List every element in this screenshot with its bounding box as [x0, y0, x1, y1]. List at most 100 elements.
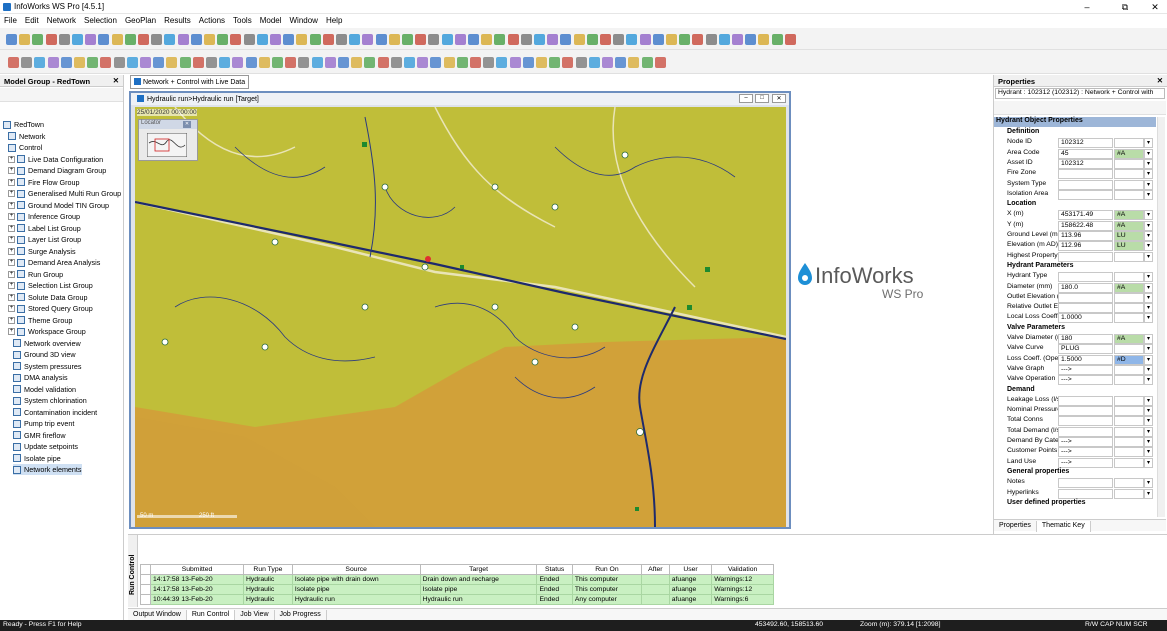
toolbar-button[interactable] [85, 34, 97, 45]
expand-icon[interactable]: + [8, 167, 15, 174]
property-value[interactable] [1058, 292, 1113, 303]
toolbar-button[interactable] [509, 57, 521, 68]
tree-item[interactable]: + Generalised Multi Run Group [8, 188, 121, 199]
toolbar-button[interactable] [560, 34, 572, 45]
toolbar-button[interactable] [586, 34, 598, 45]
toolbar-button[interactable] [718, 34, 730, 45]
column-header[interactable]: After [640, 564, 670, 575]
property-value[interactable]: 453171.49 [1058, 210, 1113, 221]
tab-thematic-key[interactable]: Thematic Key [1036, 521, 1091, 532]
property-flag[interactable] [1114, 426, 1144, 437]
property-flag[interactable] [1114, 437, 1144, 447]
map-minimize-button[interactable]: – [739, 94, 753, 103]
toolbar-button[interactable] [45, 34, 57, 45]
toolbar-button[interactable] [72, 34, 83, 45]
chevron-down-icon[interactable]: ▾ [1144, 416, 1153, 427]
property-value[interactable] [1058, 272, 1113, 283]
column-header[interactable]: Status [536, 564, 573, 575]
expand-icon[interactable]: + [8, 155, 15, 163]
toolbar-button[interactable] [74, 57, 85, 68]
row-selector[interactable] [140, 574, 151, 585]
property-flag[interactable] [1114, 395, 1144, 406]
column-header[interactable]: Source [291, 564, 421, 575]
toolbar-button[interactable] [575, 57, 587, 68]
tree-item[interactable]: + Layer List Group [8, 234, 81, 245]
toolbar-button[interactable] [613, 34, 625, 45]
property-value[interactable] [1058, 395, 1113, 406]
property-flag[interactable]: LU [1114, 231, 1144, 241]
property-flag[interactable] [1114, 457, 1144, 468]
property-value[interactable] [1058, 179, 1113, 190]
tree-item[interactable]: Isolate pipe [13, 453, 61, 464]
property-section[interactable]: Valve Parameters [994, 324, 1156, 334]
property-value[interactable] [1058, 416, 1113, 427]
tree-item[interactable]: + Workspace Group [8, 326, 86, 337]
property-flag[interactable]: #A [1114, 220, 1144, 231]
toolbar-button[interactable] [468, 34, 479, 45]
toolbar-button[interactable] [402, 34, 413, 45]
locator-panel[interactable]: Locator ✕ [138, 119, 198, 161]
chevron-down-icon[interactable]: ▾ [1144, 148, 1153, 159]
chevron-down-icon[interactable]: ▾ [1144, 334, 1153, 344]
tree-item[interactable]: + Stored Query Group [8, 303, 93, 314]
tree-item[interactable]: + Demand Area Analysis [8, 257, 100, 268]
toolbar-button[interactable] [32, 34, 44, 45]
chevron-down-icon[interactable]: ▾ [1144, 158, 1153, 169]
toolbar-button[interactable] [654, 57, 666, 68]
column-header[interactable]: Target [419, 564, 538, 575]
column-header[interactable]: Run Type [243, 564, 293, 575]
chevron-down-icon[interactable]: ▾ [1144, 478, 1153, 489]
toolbar-button[interactable] [245, 57, 257, 68]
property-flag[interactable] [1114, 375, 1144, 386]
chevron-down-icon[interactable]: ▾ [1144, 395, 1153, 406]
toolbar-button[interactable] [641, 57, 653, 68]
chevron-down-icon[interactable]: ▾ [1144, 313, 1153, 324]
property-flag[interactable] [1114, 364, 1144, 375]
toolbar-button[interactable] [507, 34, 519, 45]
toolbar-button[interactable] [232, 57, 244, 68]
toolbar-button[interactable] [177, 34, 189, 45]
properties-close-icon[interactable]: ✕ [1157, 76, 1163, 85]
toolbar-button[interactable] [8, 57, 19, 68]
property-flag[interactable] [1114, 416, 1144, 427]
toolbar-button[interactable] [364, 57, 376, 68]
toolbar-button[interactable] [404, 57, 415, 68]
network-map[interactable] [135, 107, 786, 527]
chevron-down-icon[interactable]: ▾ [1144, 282, 1153, 293]
tree-item[interactable]: + Selection List Group [8, 280, 93, 291]
property-flag[interactable] [1114, 406, 1144, 417]
tree-item[interactable]: Network [8, 131, 45, 142]
expand-icon[interactable]: + [8, 305, 15, 312]
toolbar-button[interactable] [481, 34, 493, 45]
expand-icon[interactable]: + [8, 213, 15, 220]
toolbar-button[interactable] [745, 34, 757, 45]
toolbar-button[interactable] [534, 34, 545, 45]
tree-item[interactable]: Contamination incident [13, 407, 97, 418]
toolbar-button[interactable] [100, 57, 112, 68]
locator-minimap[interactable] [147, 133, 187, 157]
toolbar-button[interactable] [296, 34, 308, 45]
toolbar-button[interactable] [415, 34, 427, 45]
menu-help[interactable]: Help [322, 14, 346, 25]
property-value[interactable] [1058, 251, 1113, 262]
toolbar-button[interactable] [588, 57, 600, 68]
property-value[interactable] [1058, 303, 1113, 314]
toolbar-button[interactable] [190, 34, 202, 45]
tree-item[interactable]: + Solute Data Group [8, 292, 88, 303]
toolbar-button[interactable] [562, 57, 574, 68]
property-value[interactable]: PLUG [1058, 344, 1113, 355]
property-value[interactable]: 180 [1058, 334, 1113, 344]
menu-edit[interactable]: Edit [21, 14, 43, 25]
property-value[interactable]: 1.5000 [1058, 354, 1113, 365]
chevron-down-icon[interactable]: ▾ [1144, 303, 1153, 314]
toolbar-button[interactable] [784, 34, 796, 45]
locator-close-icon[interactable]: ✕ [183, 121, 191, 128]
toolbar-button[interactable] [113, 57, 125, 68]
property-value[interactable] [1058, 488, 1113, 499]
toolbar-button[interactable] [298, 57, 310, 68]
toolbar-button[interactable] [192, 57, 204, 68]
toolbar-button[interactable] [456, 57, 468, 68]
expand-icon[interactable]: + [8, 316, 15, 324]
toolbar-button[interactable] [615, 57, 627, 68]
expand-icon[interactable]: + [8, 224, 15, 232]
